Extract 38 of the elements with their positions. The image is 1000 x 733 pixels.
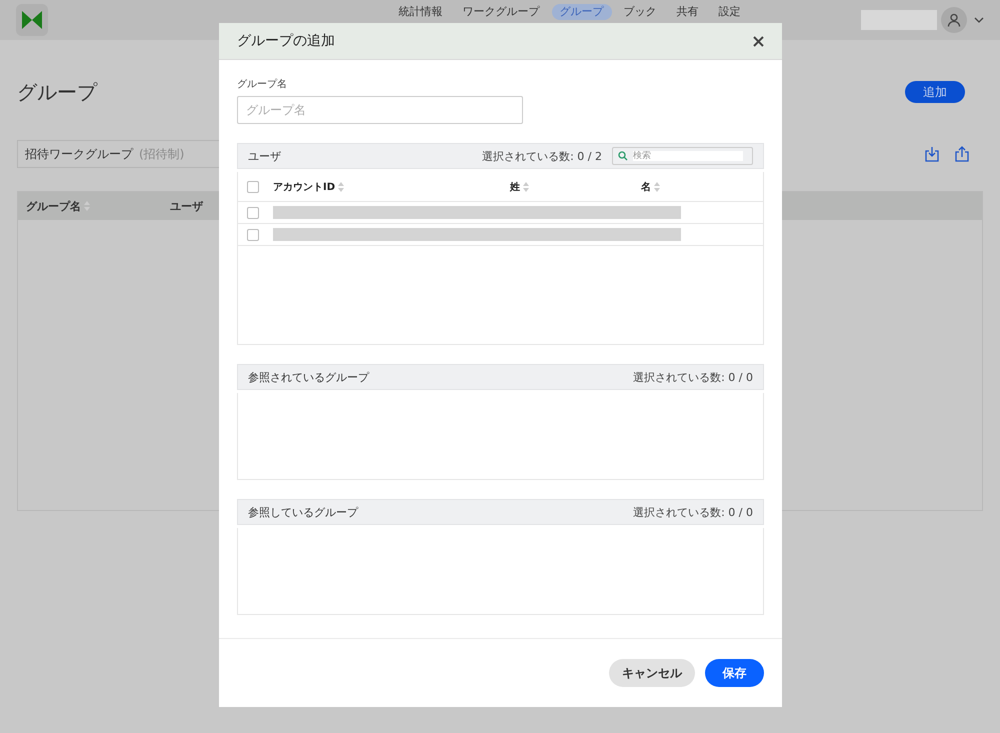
select-all-checkbox[interactable] [247,180,259,192]
select-value: 招待ワークグループ [25,146,133,162]
selection-count: 選択されている数: 0 / 0 [633,370,753,384]
select-note: (招待制) [139,146,184,162]
nav-tab[interactable]: 設定 [710,4,748,20]
page-title: グループ [17,78,97,106]
section-title: 参照しているグループ [248,504,360,520]
user-avatar-icon[interactable] [941,7,967,33]
column-header: 名 [641,180,651,194]
row-checkbox[interactable] [247,206,259,218]
chevron-down-icon[interactable] [974,17,984,23]
selection-count: 選択されている数: 0 / 2 [482,148,602,164]
sort-icon[interactable] [338,182,344,192]
search-icon [618,151,628,161]
save-button[interactable]: 保存 [705,659,764,687]
row-checkbox[interactable] [247,228,259,240]
sort-icon[interactable] [523,182,529,192]
close-icon[interactable] [753,36,764,46]
section-title: 参照されているグループ [248,370,370,384]
nav-tab[interactable]: 統計情報 [390,4,450,20]
add-button[interactable]: 追加 [905,81,965,103]
cancel-button[interactable]: キャンセル [609,659,695,687]
nav-tab[interactable]: 共有 [668,4,706,20]
share-icon[interactable] [955,146,969,162]
column-header: ユーザ [170,198,203,214]
group-name-input[interactable]: グループ名 [237,96,523,124]
selection-count: 選択されている数: 0 / 0 [633,504,753,520]
column-header: グループ名 [26,198,81,214]
nav-tab[interactable]: ブック [616,4,664,20]
sort-icon[interactable] [654,182,660,192]
column-header: 姓 [510,180,520,194]
field-label: グループ名 [237,78,288,91]
download-icon[interactable] [925,146,939,162]
dialog-title: グループの追加 [237,32,335,50]
section-title: ユーザ [248,148,282,164]
column-header: アカウントID [273,180,336,194]
logo-icon[interactable] [16,4,48,36]
nav-tab[interactable]: ワークグループ [454,4,548,20]
